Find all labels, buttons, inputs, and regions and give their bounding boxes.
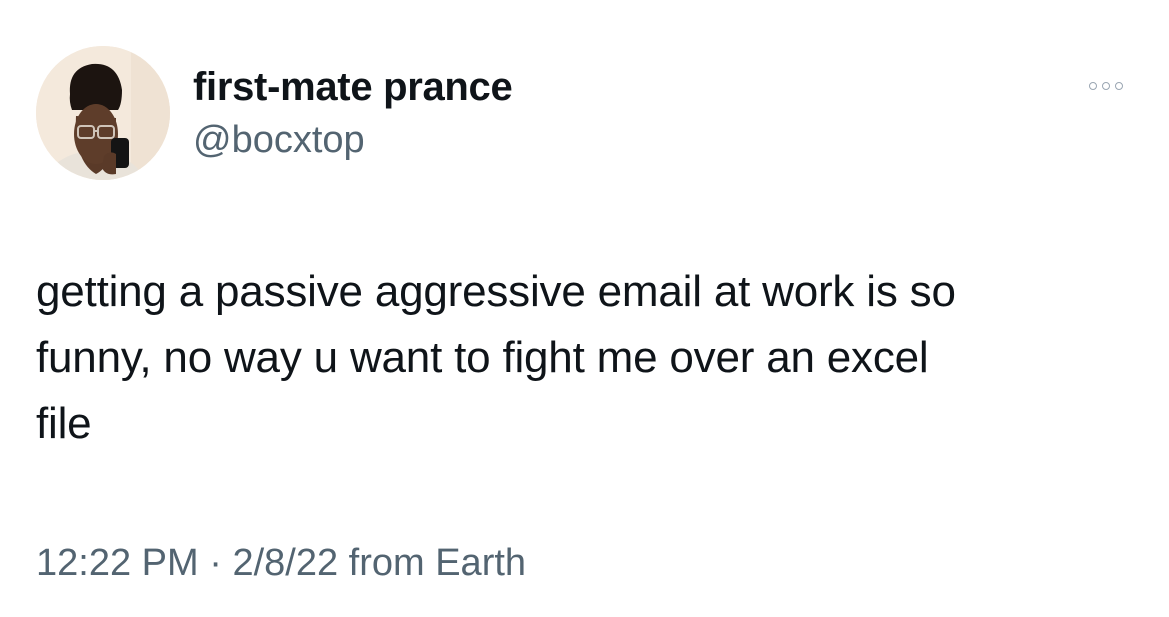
more-options-icon	[1102, 82, 1110, 90]
tweet-date[interactable]: 2/8/22	[232, 542, 338, 584]
profile-photo-icon	[36, 46, 170, 180]
tweet-metadata: 12:22 PM · 2/8/22 from Earth	[36, 540, 526, 586]
tweet-text-line: getting a passive aggressive email at wo…	[36, 267, 956, 316]
tweet-text: getting a passive aggressive email at wo…	[36, 259, 1136, 457]
more-options-icon	[1115, 82, 1123, 90]
tweet-time[interactable]: 12:22 PM	[36, 542, 199, 584]
tweet-text-line: file	[36, 399, 92, 448]
display-name[interactable]: first-mate prance	[193, 64, 513, 110]
tweet-text-line: funny, no way u want to fight me over an…	[36, 333, 929, 382]
more-options-button[interactable]	[1080, 72, 1132, 100]
username-handle[interactable]: @bocxtop	[193, 118, 365, 162]
tweet-source: from Earth	[348, 542, 527, 584]
avatar[interactable]	[36, 46, 170, 180]
metadata-separator: ·	[209, 542, 222, 584]
more-options-icon	[1089, 82, 1097, 90]
tweet-card: first-mate prance @bocxtop getting a pas…	[0, 0, 1169, 617]
